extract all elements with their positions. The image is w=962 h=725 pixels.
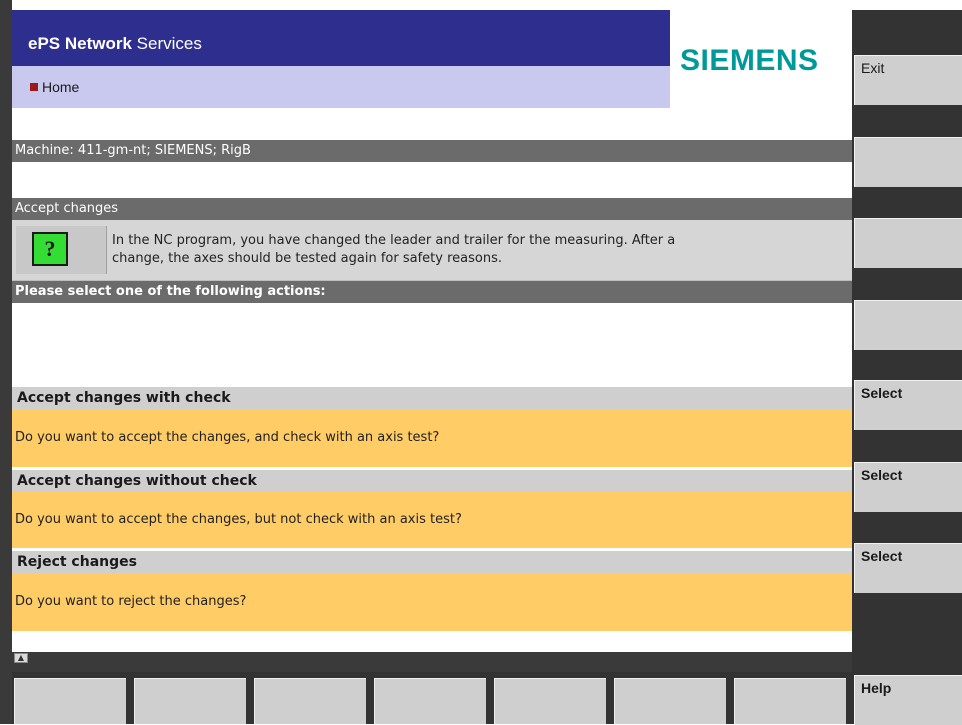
horizontal-softkey-6[interactable]	[614, 678, 726, 724]
main-content: ePS Network Services Home SIEMENS Machin…	[12, 10, 852, 665]
home-band	[12, 66, 670, 108]
vertical-softkey-4[interactable]	[854, 300, 962, 350]
option-title-accept-with-check[interactable]: Accept changes with check	[12, 387, 852, 409]
app-title: ePS Network Services	[28, 34, 202, 53]
home-link[interactable]: Home	[42, 79, 79, 95]
info-box: ? In the NC program, you have changed th…	[12, 220, 852, 281]
horizontal-scrollbar[interactable]	[12, 652, 852, 672]
horizontal-softkey-5[interactable]	[494, 678, 606, 724]
option-accept-with-check[interactable]: Do you want to accept the changes, and c…	[12, 409, 852, 467]
vertical-softkey-bar: Exit Select Select Select Help	[852, 10, 962, 725]
select-without-check-softkey[interactable]: Select	[854, 462, 962, 512]
info-message: In the NC program, you have changed the …	[112, 233, 676, 266]
actions-prompt: Please select one of the following actio…	[12, 281, 852, 303]
spacer-row	[12, 162, 852, 198]
vertical-softkey-2[interactable]	[854, 137, 962, 187]
scroll-up-icon[interactable]: ▲	[14, 653, 28, 663]
accept-changes-header: Accept changes	[12, 198, 852, 220]
help-softkey[interactable]: Help	[854, 675, 962, 725]
vertical-softkey-3[interactable]	[854, 218, 962, 268]
horizontal-softkey-1[interactable]	[14, 678, 126, 724]
question-tile: ?	[16, 226, 107, 274]
option-title-reject[interactable]: Reject changes	[12, 551, 852, 573]
bullet-icon	[30, 83, 38, 91]
eps-app-window: ePS Network Services Home SIEMENS Machin…	[0, 0, 962, 725]
left-edge	[0, 0, 12, 724]
horizontal-softkey-2[interactable]	[134, 678, 246, 724]
top-edge	[0, 0, 962, 10]
exit-softkey[interactable]: Exit	[854, 55, 962, 105]
option-reject[interactable]: Do you want to reject the changes?	[12, 573, 852, 631]
select-reject-softkey[interactable]: Select	[854, 543, 962, 593]
question-mark-icon: ?	[32, 232, 68, 266]
option-title-accept-without-check[interactable]: Accept changes without check	[12, 470, 852, 492]
option-accept-without-check[interactable]: Do you want to accept the changes, but n…	[12, 492, 852, 548]
horizontal-softkey-bar	[12, 672, 852, 724]
horizontal-softkey-3[interactable]	[254, 678, 366, 724]
header-band: ePS Network Services	[12, 10, 670, 66]
spacer-row	[12, 303, 852, 387]
horizontal-softkey-7[interactable]	[734, 678, 846, 724]
select-with-check-softkey[interactable]: Select	[854, 380, 962, 430]
horizontal-softkey-4[interactable]	[374, 678, 486, 724]
siemens-logo: SIEMENS	[680, 44, 819, 77]
machine-bar: Machine: 411-gm-nt; SIEMENS; RigB	[12, 140, 852, 162]
